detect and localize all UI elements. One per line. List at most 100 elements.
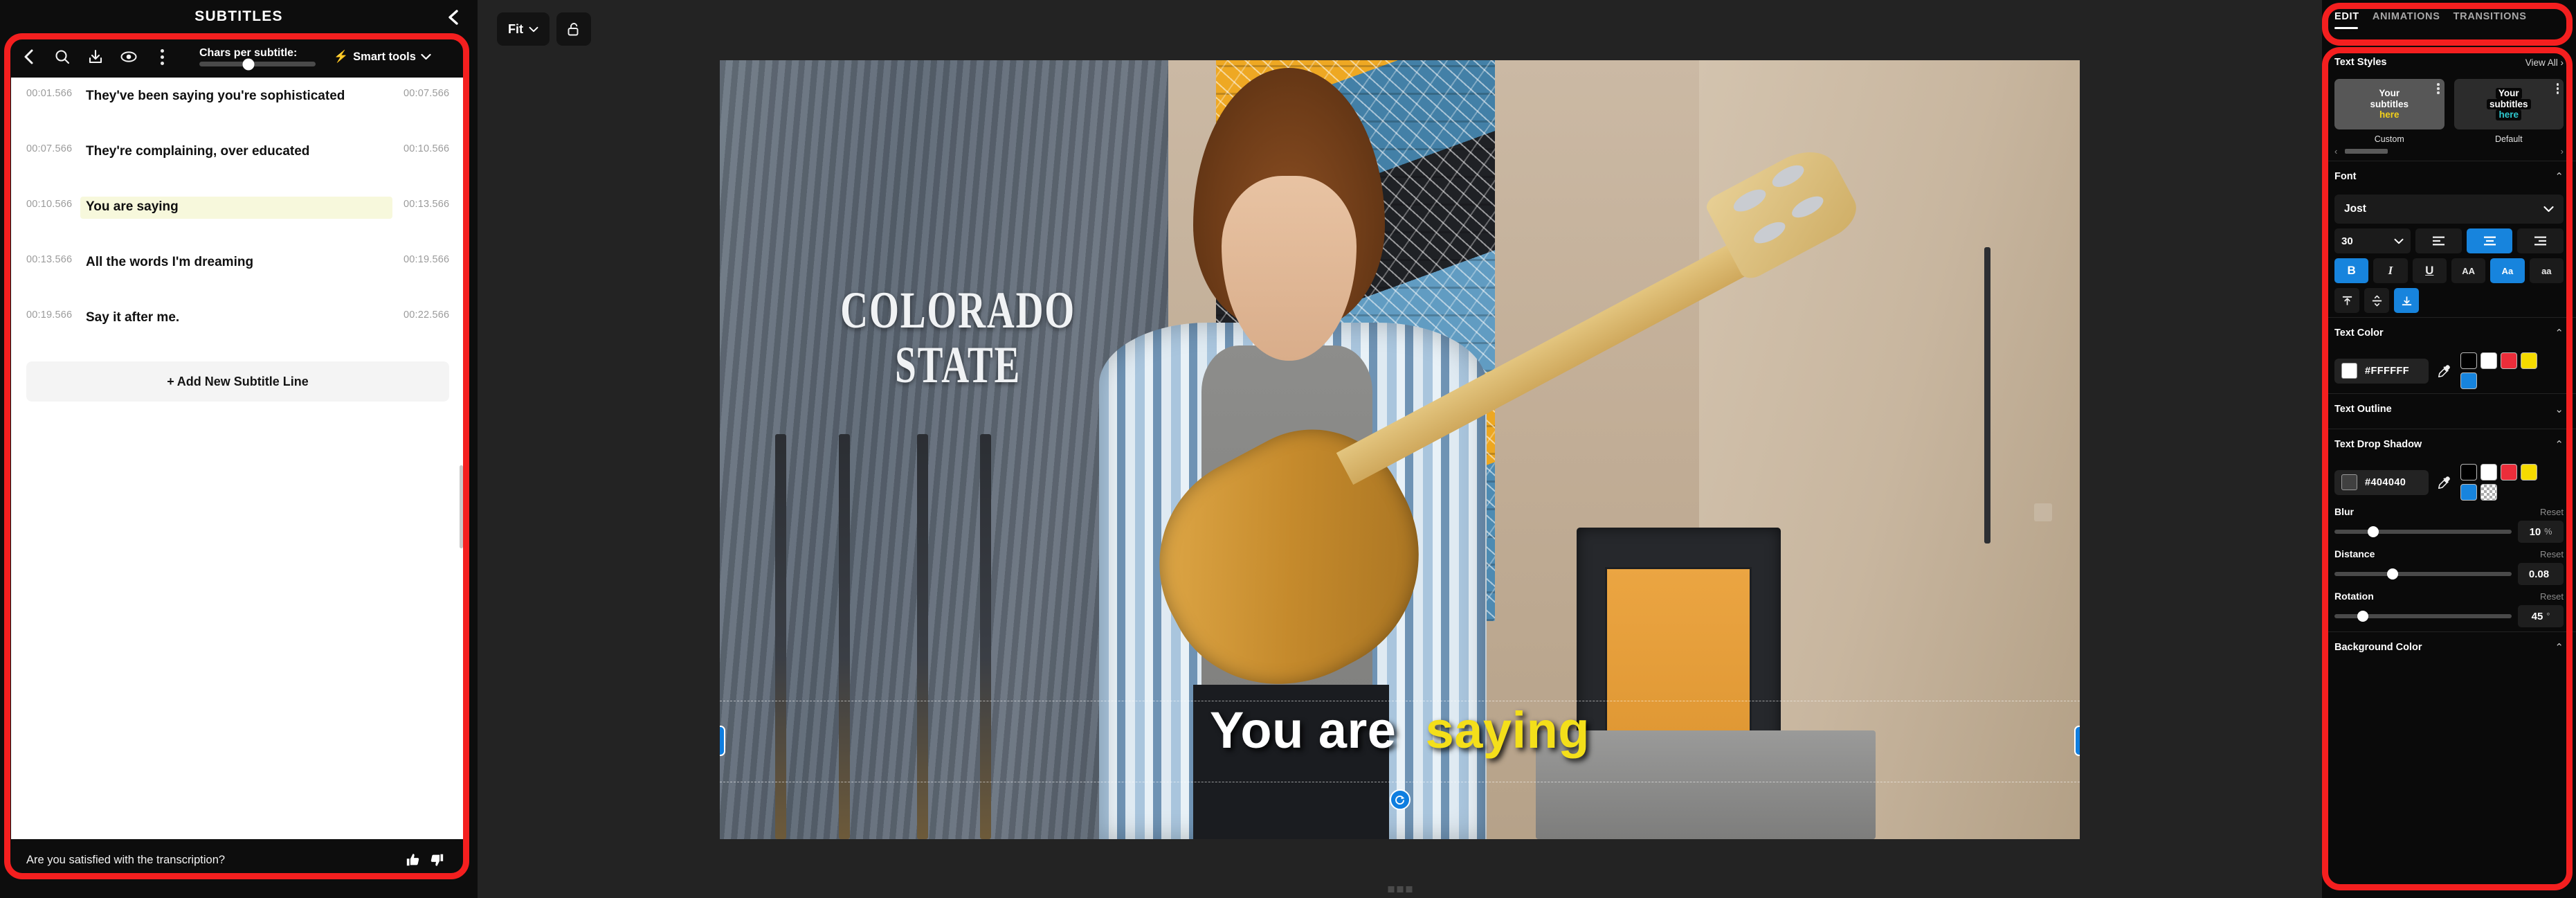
subtitle-text[interactable]: Say it after me. bbox=[80, 307, 392, 330]
subtitle-end-time[interactable]: 00:10.566 bbox=[392, 141, 464, 154]
view-all-link[interactable]: View All › bbox=[2525, 57, 2564, 68]
chevron-right-icon[interactable]: › bbox=[2561, 146, 2564, 156]
collapse-panel-button[interactable] bbox=[442, 6, 465, 29]
slider-track[interactable] bbox=[2334, 526, 2512, 537]
slider-reset-button[interactable]: Reset bbox=[2540, 549, 2564, 559]
align-right-button[interactable] bbox=[2517, 228, 2564, 253]
font-family-select[interactable]: Jost bbox=[2334, 195, 2564, 224]
color-swatch[interactable] bbox=[2521, 352, 2537, 369]
color-swatch[interactable] bbox=[2460, 464, 2477, 481]
subtitle-end-time[interactable]: 00:07.566 bbox=[392, 86, 464, 99]
style-card-default[interactable]: Your subtitles here bbox=[2453, 79, 2564, 129]
subtitle-overlay[interactable]: You are saying bbox=[720, 701, 2080, 760]
chevron-up-icon[interactable]: ⌃ bbox=[2555, 327, 2564, 339]
add-subtitle-line-button[interactable]: + Add New Subtitle Line bbox=[26, 361, 449, 402]
align-left-button[interactable] bbox=[2415, 228, 2462, 253]
tab-animations[interactable]: ANIMATIONS bbox=[2373, 11, 2440, 22]
chevron-up-icon[interactable]: ⌃ bbox=[2555, 170, 2564, 183]
slider-reset-button[interactable]: Reset bbox=[2540, 507, 2564, 517]
resize-handle-left[interactable] bbox=[720, 726, 725, 756]
subtitle-text[interactable]: They're complaining, over educated bbox=[80, 141, 392, 163]
thumbs-down-button[interactable] bbox=[425, 848, 448, 872]
color-swatch[interactable] bbox=[2521, 464, 2537, 481]
text-drop-shadow-header[interactable]: Text Drop Shadow ⌃ bbox=[2334, 429, 2564, 460]
slider-reset-button[interactable]: Reset bbox=[2540, 591, 2564, 602]
tab-transitions[interactable]: TRANSITIONS bbox=[2453, 11, 2527, 22]
lock-aspect-button[interactable] bbox=[556, 12, 591, 46]
subtitle-start-time[interactable]: 00:01.566 bbox=[11, 86, 80, 99]
chevron-left-icon[interactable]: ‹ bbox=[2334, 146, 2337, 156]
chars-slider-knob[interactable] bbox=[242, 58, 255, 70]
bold-button[interactable]: B bbox=[2334, 258, 2369, 283]
slider-value-box[interactable]: 0.08 bbox=[2518, 563, 2564, 585]
properties-scroll[interactable]: Text Styles View All › Your subtitles he… bbox=[2322, 47, 2576, 898]
tab-edit[interactable]: EDIT bbox=[2334, 11, 2359, 29]
shadow-color-field[interactable]: #404040 bbox=[2334, 469, 2429, 495]
align-middle-button[interactable] bbox=[2364, 288, 2389, 313]
slider-knob[interactable] bbox=[2387, 568, 2399, 580]
resize-handle-right[interactable] bbox=[2074, 726, 2080, 756]
subtitle-text[interactable]: They've been saying you're sophisticated bbox=[80, 86, 392, 108]
chevron-up-icon[interactable]: ⌃ bbox=[2555, 438, 2564, 451]
italic-button[interactable]: I bbox=[2373, 258, 2408, 283]
subtitle-end-time[interactable]: 00:13.566 bbox=[392, 197, 464, 210]
subtitle-row[interactable]: 00:10.566 You are saying 00:13.566 bbox=[11, 188, 464, 244]
lowercase-button[interactable]: aa bbox=[2529, 258, 2564, 283]
subtitle-row[interactable]: 00:13.566 All the words I'm dreaming 00:19… bbox=[11, 244, 464, 299]
text-outline-header[interactable]: Text Outline ⌄ bbox=[2334, 394, 2564, 424]
subtitle-text[interactable]: You are saying bbox=[80, 197, 392, 219]
slider-knob[interactable] bbox=[2357, 611, 2368, 622]
subtitle-start-time[interactable]: 00:13.566 bbox=[11, 252, 80, 265]
back-button[interactable] bbox=[12, 40, 46, 73]
slider-knob[interactable] bbox=[2368, 526, 2379, 537]
uppercase-button[interactable]: AA bbox=[2451, 258, 2486, 283]
slider-value-box[interactable]: 45 ° bbox=[2518, 605, 2564, 627]
font-header[interactable]: Font ⌃ bbox=[2334, 161, 2564, 192]
color-swatch[interactable] bbox=[2480, 484, 2497, 501]
subtitle-row[interactable]: 00:07.566 They're complaining, over educa… bbox=[11, 133, 464, 188]
subtitle-start-time[interactable]: 00:07.566 bbox=[11, 141, 80, 154]
underline-button[interactable]: U bbox=[2412, 258, 2447, 283]
color-swatch[interactable] bbox=[2501, 352, 2517, 369]
subtitle-start-time[interactable]: 00:10.566 bbox=[11, 197, 80, 210]
carousel-track[interactable] bbox=[2340, 148, 2557, 154]
eyedropper-button[interactable] bbox=[2436, 362, 2453, 380]
slider-track[interactable] bbox=[2334, 611, 2512, 622]
subtitle-text[interactable]: All the words I'm dreaming bbox=[80, 252, 392, 274]
more-options-button[interactable] bbox=[145, 40, 179, 73]
chars-per-subtitle-slider[interactable] bbox=[199, 58, 316, 70]
chevron-up-icon[interactable]: ⌃ bbox=[2555, 641, 2564, 654]
video-canvas[interactable]: COLORADO STATE You are saying bbox=[720, 60, 2080, 839]
slider-track[interactable] bbox=[2334, 568, 2512, 580]
search-button[interactable] bbox=[46, 40, 79, 73]
font-size-select[interactable]: 30 bbox=[2334, 228, 2411, 253]
subtitle-list-scrollbar[interactable] bbox=[460, 465, 463, 548]
color-swatch[interactable] bbox=[2460, 484, 2477, 501]
eyedropper-button[interactable] bbox=[2436, 474, 2453, 492]
align-bottom-button[interactable] bbox=[2394, 288, 2419, 313]
align-top-button[interactable] bbox=[2334, 288, 2359, 313]
background-color-header[interactable]: Background Color ⌃ bbox=[2334, 632, 2564, 663]
color-swatch[interactable] bbox=[2480, 464, 2497, 481]
smart-tools-button[interactable]: ⚡ Smart tools bbox=[334, 50, 431, 64]
subtitle-row[interactable]: 00:01.566 They've been saying you're soph… bbox=[11, 78, 464, 133]
capitalize-button[interactable]: Aa bbox=[2490, 258, 2525, 283]
align-center-button[interactable] bbox=[2466, 228, 2513, 253]
thumbs-up-button[interactable] bbox=[401, 848, 425, 872]
subtitle-row[interactable]: 00:19.566 Say it after me. 00:22.566 bbox=[11, 299, 464, 354]
more-vertical-icon[interactable] bbox=[2437, 83, 2440, 94]
subtitle-list[interactable]: 00:01.566 They've been saying you're soph… bbox=[11, 78, 464, 839]
preview-button[interactable] bbox=[112, 40, 145, 73]
text-color-field[interactable]: #FFFFFF bbox=[2334, 358, 2429, 384]
text-color-header[interactable]: Text Color ⌃ bbox=[2334, 318, 2564, 348]
subtitle-end-time[interactable]: 00:19.566 bbox=[392, 252, 464, 265]
subtitle-end-time[interactable]: 00:22.566 bbox=[392, 307, 464, 321]
color-swatch[interactable] bbox=[2480, 352, 2497, 369]
subtitle-start-time[interactable]: 00:19.566 bbox=[11, 307, 80, 321]
slider-value-box[interactable]: 10% bbox=[2518, 521, 2564, 543]
download-button[interactable] bbox=[79, 40, 112, 73]
color-swatch[interactable] bbox=[2460, 372, 2477, 389]
fit-dropdown[interactable]: Fit bbox=[497, 12, 550, 46]
chevron-down-icon[interactable]: ⌄ bbox=[2555, 403, 2564, 415]
color-swatch[interactable] bbox=[2501, 464, 2517, 481]
